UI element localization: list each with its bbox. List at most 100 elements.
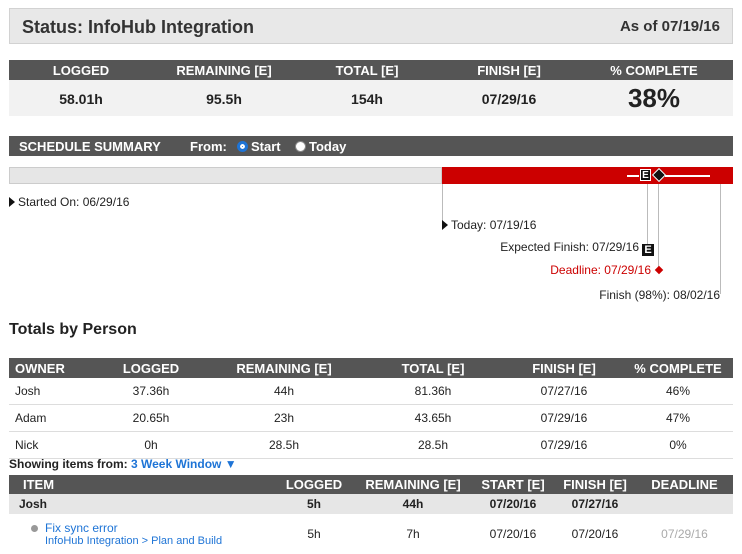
group-row: Josh 5h 44h 07/20/16 07/27/16 <box>9 494 733 514</box>
item-row: Fix sync error InfoHub Integration > Pla… <box>9 514 733 554</box>
stat-complete-label: % COMPLETE <box>610 63 698 78</box>
triangle-icon <box>442 220 448 230</box>
radio-start[interactable]: Start <box>237 139 281 154</box>
col-complete: % COMPLETE <box>623 358 733 378</box>
schedule-elapsed-bar <box>9 167 442 184</box>
stat-logged-value: 58.01h <box>59 91 103 107</box>
stat-finish-label: FINISH [E] <box>477 63 541 78</box>
item-deadline: 07/29/16 <box>661 527 708 541</box>
remaining-cell: 28.5h <box>207 431 361 459</box>
logged-cell: 0h <box>95 431 207 459</box>
item-finish: 07/20/16 <box>571 527 619 541</box>
radio-today[interactable]: Today <box>295 139 346 154</box>
radio-today-label: Today <box>309 139 347 154</box>
complete-cell: 47% <box>623 404 733 432</box>
owner-cell: Adam <box>9 404 95 432</box>
total-cell: 81.36h <box>361 378 505 405</box>
schedule-summary-bar: SCHEDULE SUMMARY From: Start Today <box>9 136 733 156</box>
schedule-remaining-bar: E <box>442 167 733 184</box>
logged-cell: 20.65h <box>95 404 207 432</box>
table-row: Josh 37.36h 44h 81.36h 07/27/16 46% <box>9 378 733 405</box>
today-marker: Today: 07/19/16 <box>442 218 536 232</box>
col-logged: LOGGED <box>274 475 354 494</box>
started-marker: Started On: 06/29/16 <box>9 195 129 209</box>
items-table: ITEM LOGGED REMAINING [E] START [E] FINI… <box>9 475 733 554</box>
stat-finish-value: 07/29/16 <box>481 91 537 107</box>
showing-items: Showing items from: 3 Week Window ▼ <box>9 457 237 471</box>
radio-start-label: Start <box>251 139 281 154</box>
col-item: ITEM <box>9 475 274 494</box>
expected-finish-label: Expected Finish: 07/29/16 <box>500 240 639 254</box>
items-header-row: ITEM LOGGED REMAINING [E] START [E] FINI… <box>9 475 733 494</box>
bullet-icon <box>31 525 38 532</box>
triangle-icon <box>9 197 15 207</box>
remaining-cell: 44h <box>207 378 361 405</box>
stat-logged-label: LOGGED <box>52 63 110 78</box>
group-deadline <box>636 494 733 514</box>
project-link[interactable]: InfoHub Integration <box>45 535 139 547</box>
diamond-icon <box>654 265 664 275</box>
phase-link[interactable]: Plan and Build <box>151 535 222 547</box>
breadcrumb-separator: > <box>141 535 149 547</box>
as-of-date: As of 07/19/16 <box>619 18 720 35</box>
total-cell: 43.65h <box>361 404 505 432</box>
complete-cell: 46% <box>623 378 733 405</box>
radio-today-indicator[interactable] <box>295 141 306 152</box>
logged-cell: 37.36h <box>95 378 207 405</box>
expected-guide-line <box>647 184 648 246</box>
group-name: Josh <box>9 494 274 514</box>
totals-title: Totals by Person <box>9 321 137 338</box>
totals-table: OWNER LOGGED REMAINING [E] TOTAL [E] FIN… <box>9 358 733 459</box>
item-cell: Fix sync error InfoHub Integration > Pla… <box>9 514 274 554</box>
timeline-line-right <box>665 175 710 177</box>
totals-header-row: OWNER LOGGED REMAINING [E] TOTAL [E] FIN… <box>9 358 733 378</box>
group-finish: 07/27/16 <box>554 494 636 514</box>
complete-cell: 0% <box>623 431 733 459</box>
group-remaining: 44h <box>354 494 472 514</box>
finish-label: Finish (98%): 08/02/16 <box>599 288 720 302</box>
finish-cell: 07/29/16 <box>505 404 623 432</box>
stats-values-row: 58.01h 95.5h 154h 07/29/16 38% <box>9 80 733 116</box>
window-dropdown-label: 3 Week Window <box>131 457 222 471</box>
table-row: Adam 20.65h 23h 43.65h 07/29/16 47% <box>9 404 733 432</box>
col-finish: FINISH [E] <box>505 358 623 378</box>
col-logged: LOGGED <box>95 358 207 378</box>
expected-finish-marker: Expected Finish: 07/29/16 E <box>500 240 654 256</box>
schedule-summary-title: SCHEDULE SUMMARY <box>19 139 161 154</box>
page-title: Status: InfoHub Integration <box>22 17 254 37</box>
col-remaining: REMAINING [E] <box>207 358 361 378</box>
col-owner: OWNER <box>9 358 95 378</box>
status-header: Status: InfoHub Integration As of 07/19/… <box>9 8 733 44</box>
today-label: Today: 07/19/16 <box>451 218 537 232</box>
stats-header-row: LOGGED REMAINING [E] TOTAL [E] FINISH [E… <box>9 60 733 80</box>
finish-cell: 07/29/16 <box>505 431 623 459</box>
window-dropdown[interactable]: 3 Week Window ▼ <box>131 457 237 471</box>
stat-total-label: TOTAL [E] <box>335 63 399 78</box>
showing-label: Showing items from: <box>9 457 128 471</box>
item-name-link[interactable]: Fix sync error <box>45 521 118 535</box>
expected-marker-icon: E <box>640 169 651 181</box>
owner-cell: Nick <box>9 431 95 459</box>
e-badge-icon: E <box>642 244 654 256</box>
remaining-cell: 23h <box>207 404 361 432</box>
stat-total-value: 154h <box>351 91 383 107</box>
col-finish: FINISH [E] <box>554 475 636 494</box>
deadline-label: Deadline: 07/29/16 <box>550 263 651 277</box>
deadline-marker: Deadline: 07/29/16 <box>550 263 664 277</box>
finish-guide-line <box>720 184 721 294</box>
radio-start-indicator[interactable] <box>237 141 248 152</box>
group-start: 07/20/16 <box>472 494 554 514</box>
timeline-line-left <box>627 175 639 177</box>
stat-remaining-value: 95.5h <box>206 91 242 107</box>
stat-remaining-label: REMAINING [E] <box>176 63 272 78</box>
item-remaining: 7h <box>406 527 420 541</box>
finish-cell: 07/27/16 <box>505 378 623 405</box>
stat-complete-value: 38% <box>627 83 681 113</box>
owner-cell: Josh <box>9 378 95 405</box>
started-label: Started On: 06/29/16 <box>18 195 130 209</box>
deadline-guide-line <box>658 184 659 270</box>
table-row: Nick 0h 28.5h 28.5h 07/29/16 0% <box>9 431 733 459</box>
schedule-from-label: From: <box>190 139 227 154</box>
item-start: 07/20/16 <box>489 527 537 541</box>
chevron-down-icon: ▼ <box>224 457 237 471</box>
